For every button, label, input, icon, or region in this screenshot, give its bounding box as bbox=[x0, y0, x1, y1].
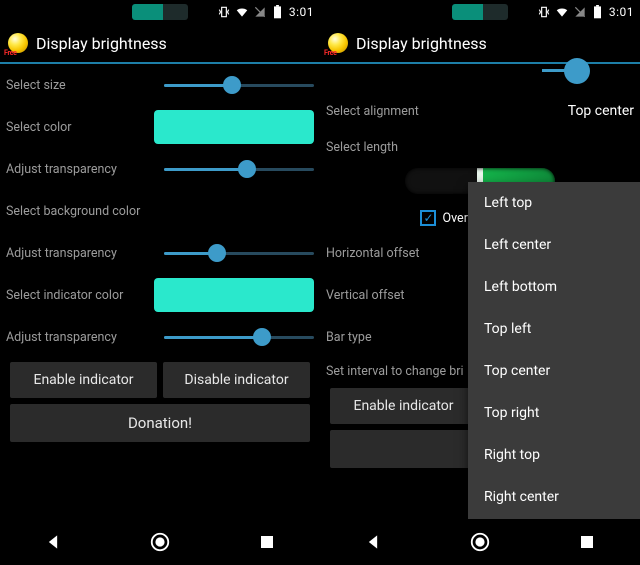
row-transparency-3: Adjust transparency bbox=[6, 316, 314, 358]
no-sim-icon bbox=[573, 5, 587, 19]
row-transparency-2: Adjust transparency bbox=[6, 232, 314, 274]
app-title: Display brightness bbox=[356, 34, 487, 53]
clock: 3:01 bbox=[609, 5, 634, 19]
battery-overlay-pill bbox=[452, 4, 508, 20]
settings-body: Select alignment Top center Select lengt… bbox=[320, 64, 640, 519]
battery-overlay-pill bbox=[132, 4, 188, 20]
row-bg-color[interactable]: Select background color bbox=[6, 190, 314, 232]
alignment-dropdown: Left top Left center Left bottom Top lef… bbox=[468, 182, 640, 519]
back-icon[interactable] bbox=[362, 531, 384, 553]
screen-right: 3:01 Free Display brightness Select alig… bbox=[320, 0, 640, 565]
row-select-color[interactable]: Select color bbox=[6, 106, 314, 148]
label-color: Select color bbox=[6, 120, 154, 135]
nav-bar bbox=[320, 519, 640, 565]
row-indicator-color[interactable]: Select indicator color bbox=[6, 274, 314, 316]
battery-icon bbox=[271, 5, 285, 19]
dropdown-option[interactable]: Right center bbox=[468, 476, 640, 518]
row-length: Select length bbox=[326, 132, 634, 162]
slider-trans1[interactable] bbox=[164, 158, 314, 180]
wifi-icon bbox=[555, 5, 569, 19]
label-trans3: Adjust transparency bbox=[6, 330, 164, 345]
home-icon[interactable] bbox=[149, 531, 171, 553]
free-tag: Free bbox=[4, 49, 17, 57]
button-bar: Enable indicator Disable indicator bbox=[6, 358, 314, 402]
row-select-size: Select size bbox=[6, 64, 314, 106]
color-swatch[interactable] bbox=[154, 110, 314, 144]
overlay-checkbox[interactable]: ✓ bbox=[420, 210, 436, 226]
dropdown-option[interactable]: Top center bbox=[468, 350, 640, 392]
screen-left: 3:01 Free Display brightness Select size… bbox=[0, 0, 320, 565]
dropdown-option[interactable]: Left top bbox=[468, 182, 640, 224]
no-sim-icon bbox=[253, 5, 267, 19]
clock: 3:01 bbox=[289, 5, 314, 19]
wifi-icon bbox=[235, 5, 249, 19]
back-icon[interactable] bbox=[42, 531, 64, 553]
donation-button[interactable]: Donation! bbox=[10, 404, 310, 442]
recent-icon[interactable] bbox=[576, 531, 598, 553]
dropdown-option[interactable]: Left bottom bbox=[468, 266, 640, 308]
free-tag: Free bbox=[324, 49, 337, 57]
slider-size[interactable] bbox=[164, 74, 314, 96]
settings-body: Select size Select color Adjust transpar… bbox=[0, 64, 320, 519]
dropdown-option[interactable]: Top right bbox=[468, 392, 640, 434]
label-alignment: Select alignment bbox=[326, 104, 568, 119]
dropdown-option[interactable]: Left center bbox=[468, 224, 640, 266]
recent-icon[interactable] bbox=[256, 531, 278, 553]
label-trans1: Adjust transparency bbox=[6, 162, 164, 177]
title-bar: Free Display brightness bbox=[0, 24, 320, 64]
dropdown-option[interactable]: Right bottom bbox=[468, 518, 640, 519]
row-alignment[interactable]: Select alignment Top center bbox=[326, 90, 634, 132]
disable-indicator-button[interactable]: Disable indicator bbox=[163, 362, 310, 398]
status-bar: 3:01 bbox=[0, 0, 320, 24]
enable-indicator-button[interactable]: Enable indicator bbox=[10, 362, 157, 398]
vibrate-icon bbox=[537, 5, 551, 19]
dropdown-option[interactable]: Right top bbox=[468, 434, 640, 476]
app-icon: Free bbox=[8, 33, 28, 53]
slider-trans3[interactable] bbox=[164, 326, 314, 348]
enable-indicator-button[interactable]: Enable indicator bbox=[330, 388, 477, 424]
label-ind: Select indicator color bbox=[6, 288, 154, 303]
status-bar: 3:01 bbox=[320, 0, 640, 24]
app-icon: Free bbox=[328, 33, 348, 53]
title-bar: Free Display brightness bbox=[320, 24, 640, 64]
value-alignment: Top center bbox=[568, 103, 634, 119]
dropdown-option[interactable]: Top left bbox=[468, 308, 640, 350]
slider-trans2[interactable] bbox=[164, 242, 314, 264]
label-trans2: Adjust transparency bbox=[6, 246, 164, 261]
label-size: Select size bbox=[6, 78, 164, 93]
nav-bar bbox=[0, 519, 320, 565]
row-transparency-1: Adjust transparency bbox=[6, 148, 314, 190]
battery-icon bbox=[591, 5, 605, 19]
label-bg: Select background color bbox=[6, 204, 314, 219]
indicator-swatch[interactable] bbox=[154, 278, 314, 312]
vibrate-icon bbox=[217, 5, 231, 19]
label-length: Select length bbox=[326, 140, 634, 155]
home-icon[interactable] bbox=[469, 531, 491, 553]
app-title: Display brightness bbox=[36, 34, 167, 53]
